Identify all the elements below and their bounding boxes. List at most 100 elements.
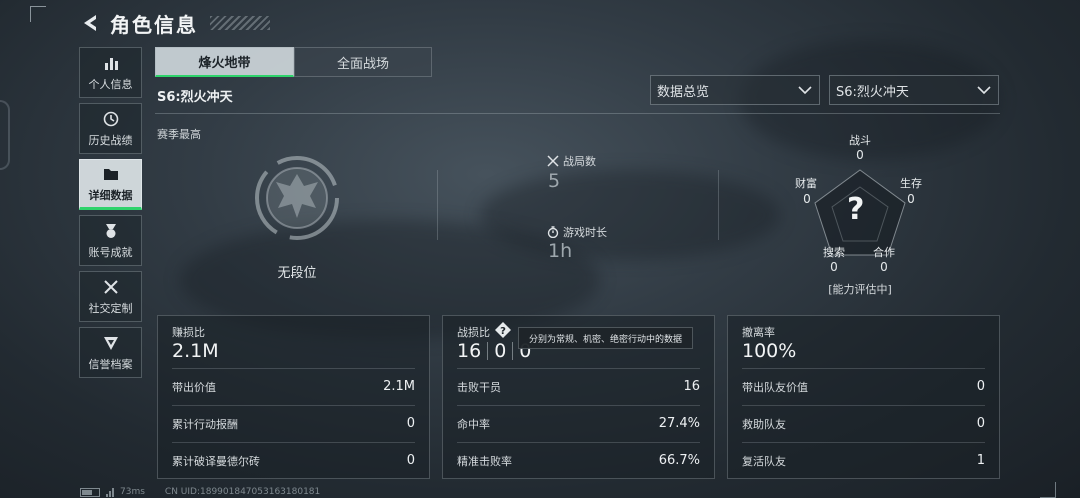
battery-icon (80, 487, 100, 497)
row-label: 击败干员 (457, 380, 501, 394)
stat-row: 精准击败率 66.7% (457, 442, 700, 478)
ping-text: 73ms (120, 487, 145, 497)
help-icon[interactable]: ? (495, 322, 511, 338)
tab-fenghuo[interactable]: 烽火地带 (155, 47, 294, 77)
radar-center: ? (847, 192, 865, 227)
ability-radar: ? 战斗 0 生存 0 合作 0 搜索 0 财富 0 [能力评估中] (790, 130, 930, 300)
profit-title: 赚损比 (172, 326, 205, 339)
playtime-value: 1h (548, 240, 573, 262)
history-icon (103, 111, 118, 126)
status-footer: 73ms CN UID:18990184705316318018​1 (80, 487, 320, 497)
kd-secret: 0 (494, 340, 507, 362)
divider (437, 170, 438, 240)
stat-row: 带出队友价值 0 (742, 368, 985, 404)
row-value: 16 (683, 379, 700, 394)
radar-value-cooperation: 0 (880, 260, 888, 274)
nav-item-label: 社交定制 (88, 301, 133, 315)
nav-item-label: 账号成就 (88, 245, 133, 259)
nav-item-social[interactable]: 社交定制 (79, 271, 142, 322)
row-label: 累计破译曼德尔砖 (172, 454, 260, 468)
nav-item-achievements[interactable]: 账号成就 (79, 215, 142, 266)
signal-icon (106, 487, 114, 497)
radar-label-wealth: 财富 (795, 177, 817, 190)
nav-item-label: 个人信息 (88, 77, 133, 91)
stat-row: 命中率 27.4% (457, 405, 700, 441)
matches-label: 战局数 (563, 155, 596, 168)
playtime-label: 游戏时长 (563, 226, 607, 239)
stat-row: 带出价值 2.1M (172, 368, 415, 404)
rank-text: 无段位 (277, 266, 317, 281)
stat-row: 救助队友 0 (742, 405, 985, 441)
kd-title: 战损比 (457, 326, 490, 339)
uid-text: CN UID:18990184705316318018​1 (164, 487, 321, 497)
nav-item-label: 历史战绩 (88, 133, 133, 147)
row-value: 0 (406, 416, 415, 431)
page-header: 角色信息 (80, 8, 270, 38)
row-label: 带出队友价值 (742, 380, 808, 394)
medal-icon (105, 223, 116, 238)
credibility-icon (103, 336, 118, 350)
season-title: S6:烈火冲天 (157, 90, 233, 105)
chevron-down-icon (798, 86, 812, 95)
bar-chart-icon (104, 57, 118, 70)
stopwatch-icon (547, 226, 559, 238)
svg-text:?: ? (500, 326, 506, 337)
tools-icon (103, 279, 118, 294)
nav-item-label: 信誉档案 (88, 357, 133, 371)
row-value: 2.1M (383, 379, 415, 394)
radar-value-search: 0 (830, 260, 838, 274)
row-value: 0 (976, 379, 985, 394)
kd-tooltip: 分别为常规、机密、绝密行动中的数据 (518, 327, 694, 349)
radar-value-survival: 0 (907, 192, 915, 206)
extract-panel: 撤离率 100% 带出队友价值 0 救助队友 0 复活队友 1 (727, 315, 1000, 479)
nav-item-personal-info[interactable]: 个人信息 (79, 47, 142, 98)
radar-label-search: 搜索 (823, 246, 845, 259)
row-label: 救助队友 (742, 417, 786, 431)
corner-decoration (1040, 482, 1056, 498)
row-label: 累计行动报酬 (172, 417, 238, 431)
corner-decoration (30, 6, 46, 22)
divider (512, 342, 514, 360)
season-select[interactable]: S6:烈火冲天 (829, 75, 999, 105)
matches-value: 5 (548, 170, 561, 192)
nav-item-credibility[interactable]: 信誉档案 (79, 327, 142, 378)
profit-panel: 赚损比 2.1M 带出价值 2.1M 累计行动报酬 0 累计破译曼德尔砖 0 (157, 315, 430, 479)
radar-label-combat: 战斗 (849, 134, 871, 147)
view-select[interactable]: 数据总览 (650, 75, 820, 105)
folder-icon (103, 168, 118, 180)
side-decoration (0, 100, 10, 170)
profit-value: 2.1M (172, 340, 219, 362)
row-label: 复活队友 (742, 454, 786, 468)
stat-row: 累计破译曼德尔砖 0 (172, 442, 415, 478)
back-arrow-icon[interactable] (80, 12, 102, 34)
radar-value-wealth: 0 (803, 192, 811, 206)
nav-item-history[interactable]: 历史战绩 (79, 103, 142, 154)
row-value: 27.4% (658, 416, 700, 431)
stat-row: 击败干员 16 (457, 368, 700, 404)
row-label: 带出价值 (172, 380, 216, 394)
side-nav: 个人信息 历史战绩 详细数据 账号成就 社交定制 信誉档案 (79, 47, 142, 378)
row-value: 1 (976, 453, 985, 468)
row-label: 精准击败率 (457, 454, 512, 468)
row-value: 0 (406, 453, 415, 468)
kd-normal: 16 (457, 340, 482, 362)
divider (155, 113, 1000, 114)
radar-value-combat: 0 (856, 148, 864, 162)
view-select-value: 数据总览 (657, 84, 710, 100)
row-value: 0 (976, 416, 985, 431)
divider (718, 170, 719, 240)
title-decoration (210, 16, 270, 30)
tab-battlefield[interactable]: 全面战场 (294, 47, 432, 77)
radar-label-cooperation: 合作 (873, 246, 895, 259)
nav-item-detailed-data[interactable]: 详细数据 (79, 159, 142, 210)
row-label: 命中率 (457, 417, 490, 431)
section-label: 赛季最高 (157, 128, 201, 141)
matches-stat-label: 战局数 (547, 153, 596, 169)
radar-status: [能力评估中] (828, 283, 892, 296)
stat-row: 累计行动报酬 0 (172, 405, 415, 441)
row-value: 66.7% (658, 453, 700, 468)
rank-emblem-icon (255, 156, 339, 240)
extract-title: 撤离率 (742, 326, 775, 339)
extract-value: 100% (742, 340, 797, 362)
radar-label-survival: 生存 (900, 177, 922, 190)
